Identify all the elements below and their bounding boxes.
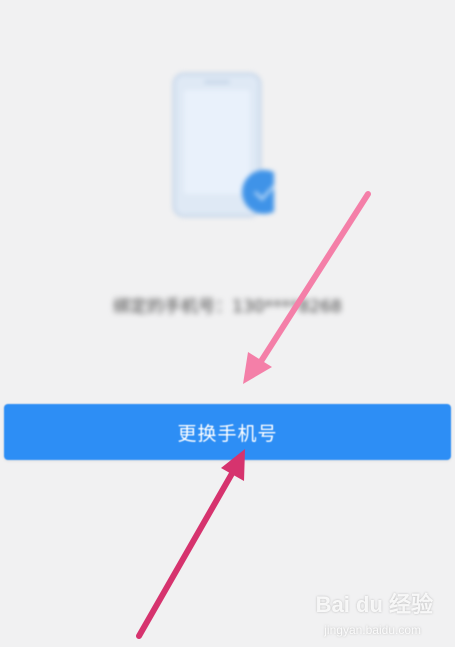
bound-phone-number-text: 绑定的手机号：130****8268 <box>113 297 342 317</box>
baidu-watermark-logo: Bai du 经验 <box>315 592 433 617</box>
arrow-bottom-annotation <box>136 449 245 639</box>
baidu-watermark-url: jingyan.baidu.com <box>324 623 421 637</box>
change-phone-number-button[interactable]: 更换手机号 <box>4 404 451 460</box>
arrow-top-annotation <box>243 191 371 384</box>
phone-illustration-icon <box>164 70 286 220</box>
change-phone-screen: 绑定的手机号：130****8268 更换手机号 Bai du 经验 jingy… <box>0 0 455 647</box>
change-phone-number-button-label: 更换手机号 <box>177 422 278 445</box>
